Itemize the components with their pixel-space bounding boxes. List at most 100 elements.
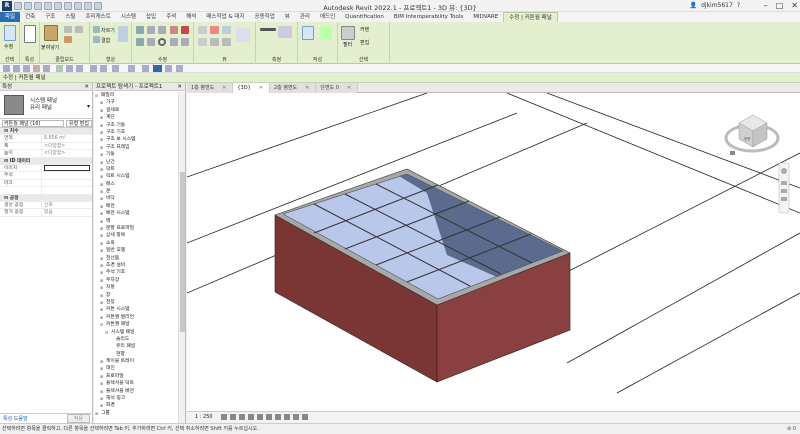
expand-icon[interactable]: ⊞ [100,232,103,239]
tree-item[interactable]: ⊞ 상세 항목 [94,232,178,239]
expand-icon[interactable]: ⊞ [100,188,103,195]
close-icon[interactable]: ✕ [222,85,226,91]
cope-icon[interactable] [93,26,100,33]
3d-scene[interactable]: 정면 [186,92,800,411]
array-icon[interactable] [170,38,178,46]
tree-item[interactable]: ⊞ 그룹 [94,410,178,417]
tree-item[interactable]: ⊞ 화경 [94,402,178,409]
ribbon-tab[interactable]: 애드인 [315,12,340,22]
chevron-down-icon[interactable]: ▾ [87,103,90,110]
filter-button[interactable]: 필터 [343,41,352,48]
view-tab[interactable]: {3D} ✕ [233,83,270,93]
pin-icon[interactable] [210,38,219,46]
property-value[interactable]: 신축 [42,202,92,208]
tree-item[interactable]: ⊞ 플렉서블 배관 [94,388,178,395]
tree-item[interactable]: ⊟ 커튼월 패널 [94,321,178,328]
hide-element-icon[interactable] [198,38,207,46]
property-value[interactable]: <다양함> [42,143,92,149]
ribbon-tab[interactable]: 관리 [295,12,315,22]
tree-item[interactable]: ⊞ 구조 기초 [94,129,178,136]
property-value[interactable] [44,165,90,171]
property-section[interactable]: ⊟ 치수 [0,128,92,136]
property-value[interactable] [42,180,92,186]
tree-item[interactable]: ⊞ 조경 설비 [94,262,178,269]
join-button[interactable]: 결합 [101,37,110,44]
ribbon-tab[interactable]: 해석 [181,12,201,22]
linework-icon[interactable] [222,26,231,34]
expand-icon[interactable]: ⊞ [100,262,103,269]
ribbon-tab[interactable]: 수정 | 커튼월 패널 [503,12,558,22]
tree-item[interactable]: ⊞ 케이블 트레이 [94,358,178,365]
tree-item[interactable]: ⊞ 매스 [94,181,178,188]
view-tab[interactable]: 단면도 0 ✕ [316,83,359,93]
property-section[interactable]: ⊟ 공정 [0,194,92,202]
expand-icon[interactable]: ⊞ [100,151,103,158]
ribbon-tab[interactable]: 시스템 [116,12,141,22]
expand-icon[interactable]: ⊞ [100,129,103,136]
view-cube[interactable]: 정면 [724,114,780,155]
tree-item[interactable]: ⊞ 지붕 [94,284,178,291]
close-icon[interactable]: ✕ [791,1,798,10]
tree-item[interactable]: ⊞ 난간 [94,159,178,166]
expand-icon[interactable]: ⊞ [100,269,103,276]
copy-elem-icon[interactable] [147,38,155,46]
tree-item[interactable]: ⊞ 계단 [94,114,178,121]
ribbon-tab[interactable]: 건축 [20,12,40,22]
ribbon-tab[interactable]: 스틸 [60,12,80,22]
tree-item[interactable]: ⊞ 천장 [94,299,178,306]
edit-button[interactable]: 편집 [360,39,369,46]
user-name[interactable]: djkim5617 [701,2,733,9]
instance-filter-dropdown[interactable]: 커튼월 패널 (16) [2,119,64,127]
expand-icon[interactable]: ⊞ [100,136,103,143]
join-icon[interactable] [93,36,100,43]
expand-icon[interactable]: ⊞ [100,181,103,188]
close-icon[interactable]: ✕ [305,85,309,91]
tree-item[interactable]: ⊞ 커튼 시스템 [94,306,178,313]
ribbon-tab[interactable]: 프리캐스트 [81,12,116,22]
expand-icon[interactable]: ⊞ [100,395,103,402]
tree-item[interactable]: ⊞ 배관 시스템 [94,210,178,217]
tree-item[interactable]: ⊞ 구조 프레임 [94,144,178,151]
ribbon-tab[interactable]: 구조 [40,12,60,22]
expand-icon[interactable]: ⊞ [100,402,103,409]
collapse-icon[interactable]: ⊟ [100,321,103,328]
expand-icon[interactable]: ⊞ [100,195,103,202]
expand-icon[interactable]: ⊞ [100,314,103,321]
scale-icon[interactable] [181,38,189,46]
type-selector[interactable]: 시스템 패널 유리 패널 ▾ [0,91,92,119]
trim-icon[interactable] [170,26,178,34]
expand-icon[interactable]: ⊞ [100,306,103,313]
tree-item[interactable]: ⊞ 구조 보 시스템 [94,136,178,143]
paint-icon[interactable] [118,26,128,42]
expand-icon[interactable]: ⊞ [100,166,103,173]
expand-icon[interactable]: ⊞ [100,203,103,210]
tree-item[interactable]: ⊞ 태진 [94,365,178,372]
close-icon[interactable]: ✕ [84,83,89,91]
expand-icon[interactable]: ⊞ [100,388,103,395]
align-icon[interactable] [136,26,144,34]
ribbon-tab[interactable]: 삽입 [141,12,161,22]
3d-viewport[interactable]: 정면 [186,92,800,411]
ribbon-tab[interactable]: MIDVARE [468,12,503,22]
override-icon[interactable] [210,26,219,34]
expand-icon[interactable]: ⊞ [100,173,103,180]
expand-icon[interactable]: ⊞ [100,373,103,380]
create-group-icon[interactable] [320,26,332,40]
collapse-icon[interactable]: ⊟ [105,329,108,336]
tree-item[interactable]: ⊞ 가구 [94,99,178,106]
ribbon-tab[interactable]: 파일 [0,12,21,22]
delete-icon[interactable] [181,26,189,34]
property-value[interactable]: 없음 [42,209,92,215]
property-value[interactable] [42,172,92,178]
expand-icon[interactable]: ⊞ [100,255,103,262]
properties-help-link[interactable]: 특성 도움말 [3,415,28,422]
tree-item[interactable]: ⊞ 플렉서블 덕트 [94,380,178,387]
tree-item[interactable]: 유리 패널 [94,343,178,350]
mirror-icon[interactable] [158,26,166,34]
tree-item[interactable]: ⊟ 패밀리 [94,92,178,99]
curtain-button[interactable]: 커텐 [360,26,369,33]
minimize-icon[interactable]: – [764,1,768,10]
expand-icon[interactable]: ⊞ [100,225,103,232]
navigation-bar[interactable] [778,162,790,214]
options-toolbar-icons[interactable] [0,64,260,73]
